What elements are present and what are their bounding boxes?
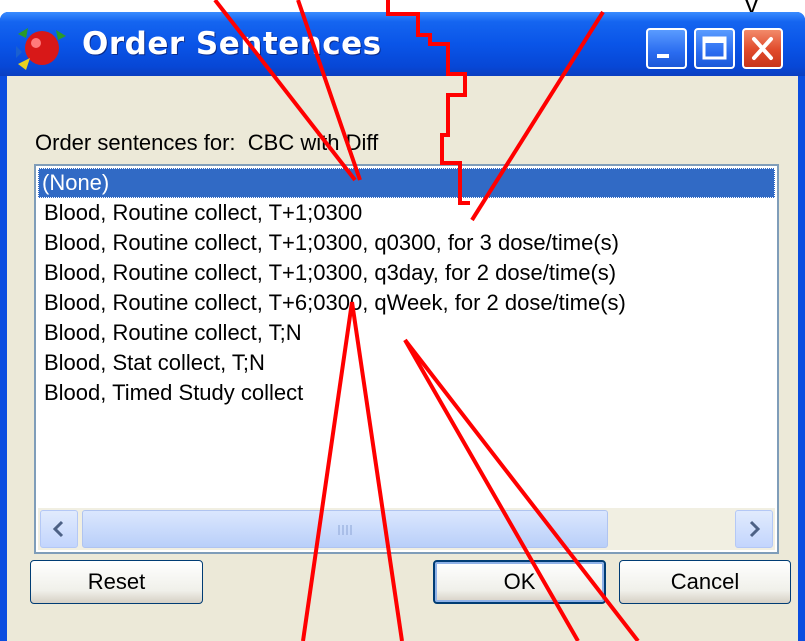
maximize-icon — [702, 36, 727, 60]
ok-button[interactable]: OK — [433, 560, 606, 604]
scroll-left-icon — [52, 520, 64, 538]
scroll-left-button[interactable] — [40, 510, 78, 548]
list-item[interactable]: Blood, Routine collect, T+6;0300, qWeek,… — [40, 288, 630, 318]
close-button[interactable] — [742, 28, 783, 69]
list-item-none[interactable]: (None) — [38, 168, 775, 198]
maximize-button[interactable] — [694, 28, 735, 69]
scroll-right-button[interactable] — [735, 510, 773, 548]
minimize-icon — [657, 54, 669, 58]
horizontal-scrollbar[interactable] — [38, 508, 775, 550]
prompt-line: Order sentences for: CBC with Diff — [35, 130, 378, 156]
app-icon — [16, 28, 66, 70]
cancel-button[interactable]: Cancel — [619, 560, 791, 604]
title-bar[interactable]: Order Sentences — [0, 12, 805, 76]
prompt-label: Order sentences for: — [35, 130, 236, 155]
reset-button[interactable]: Reset — [30, 560, 203, 604]
dialog-body: Order sentences for: CBC with Diff (None… — [7, 76, 798, 641]
order-sentence-list[interactable]: (None) Blood, Routine collect, T+1;0300 … — [34, 164, 779, 554]
minimize-button[interactable] — [646, 28, 687, 69]
list-item[interactable]: Blood, Stat collect, T;N — [40, 348, 269, 378]
scroll-right-icon — [749, 520, 761, 538]
list-item[interactable]: Blood, Routine collect, T;N — [40, 318, 306, 348]
window-title: Order Sentences — [82, 26, 382, 62]
list-item[interactable]: Blood, Routine collect, T+1;0300, q3day,… — [40, 258, 620, 288]
order-sentences-window: Order Sentences Order sentences for: CBC… — [0, 12, 805, 641]
list-item[interactable]: Blood, Routine collect, T+1;0300, q0300,… — [40, 228, 623, 258]
grip-icon — [338, 525, 352, 535]
close-icon — [752, 37, 773, 60]
scroll-thumb[interactable] — [82, 510, 608, 548]
prompt-value: CBC with Diff — [247, 130, 379, 155]
list-item[interactable]: Blood, Routine collect, T+1;0300 — [40, 198, 366, 228]
list-item[interactable]: Blood, Timed Study collect — [40, 378, 307, 408]
